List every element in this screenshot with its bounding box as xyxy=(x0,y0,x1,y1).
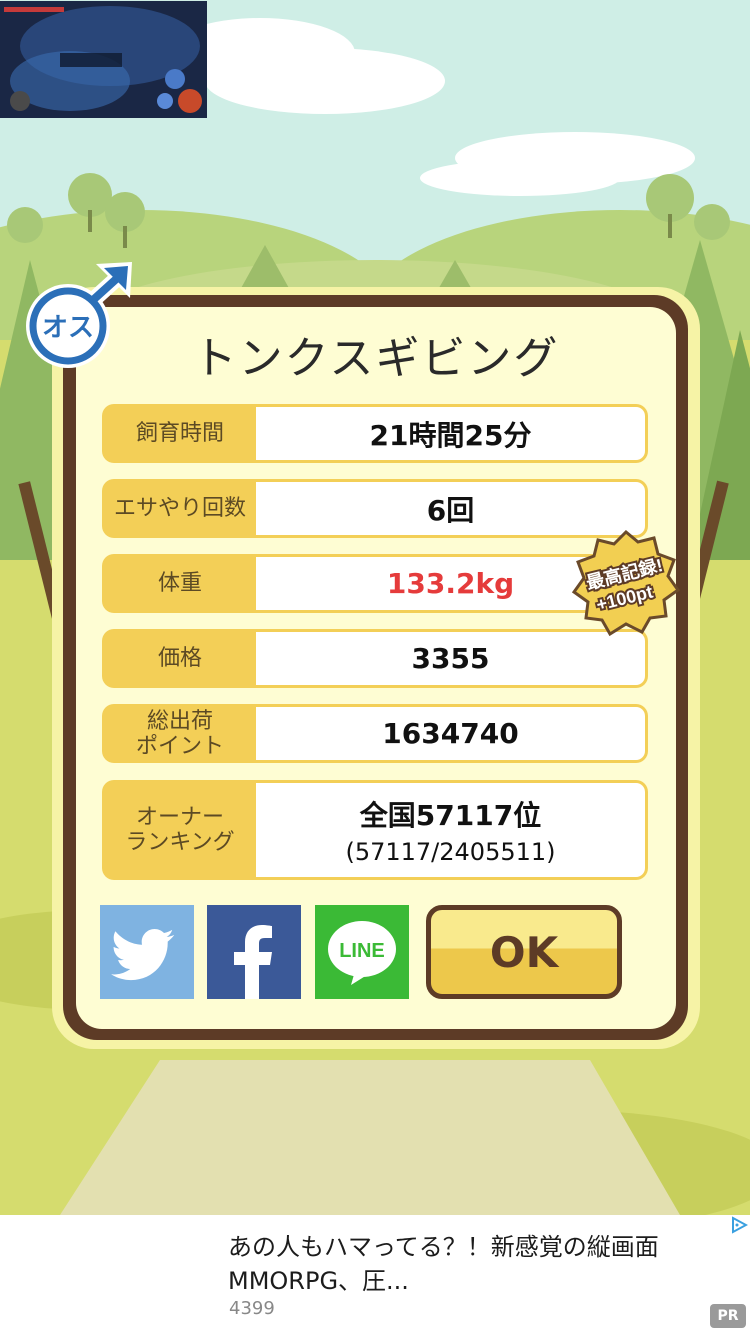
stat-row-feed-count: エサやり回数 6回 xyxy=(102,479,648,538)
stat-label: 総出荷 ポイント xyxy=(102,704,258,763)
gender-label: オス xyxy=(42,312,94,342)
male-symbol-icon: オス xyxy=(26,262,132,368)
game-screenshot-image xyxy=(0,1,207,118)
stat-row-total-points: 総出荷 ポイント 1634740 xyxy=(102,704,648,763)
male-gender-badge: オス xyxy=(24,258,136,370)
share-line-button[interactable]: LINE xyxy=(315,905,409,999)
stat-label: 飼育時間 xyxy=(102,404,258,463)
stat-label: エサやり回数 xyxy=(102,479,258,538)
record-badge: 最高記録! +100pt xyxy=(571,530,681,637)
pig-name-title: トンクスギビング xyxy=(192,333,560,384)
stat-label-text: 総出荷 ポイント xyxy=(135,708,224,759)
twitter-bird-icon xyxy=(111,929,175,981)
share-facebook-button[interactable] xyxy=(207,905,301,999)
stat-value-text: 3355 xyxy=(411,642,490,675)
stat-value: 1634740 xyxy=(256,704,648,763)
stat-row-rearing-time: 飼育時間 21時間25分 xyxy=(102,404,648,463)
stat-label: オーナー ランキング xyxy=(102,780,258,880)
line-icon: LINE xyxy=(328,921,396,985)
weight-value: 133.2kg xyxy=(386,567,515,600)
ad-source: 4399 xyxy=(229,1298,275,1319)
adchoices-icon[interactable] xyxy=(730,1216,748,1234)
ad-headline[interactable]: あの人もハマってる？！新感覚の縦画面MMORPG、圧... xyxy=(228,1230,718,1298)
stat-value: 全国57117位 (57117/2405511) xyxy=(256,780,648,880)
share-twitter-button[interactable] xyxy=(100,905,194,999)
ranking-value: 全国57117位 xyxy=(359,799,542,832)
ad-thumbnail-image[interactable] xyxy=(0,1,207,118)
stat-label: 体重 xyxy=(102,554,258,613)
ok-button[interactable]: OK xyxy=(426,905,622,999)
stat-value-text: 21時間25分 xyxy=(369,418,532,452)
ranking-detail: (57117/2405511) xyxy=(345,838,556,866)
line-label: LINE xyxy=(339,940,385,962)
stat-row-weight: 体重 133.2kg xyxy=(102,554,648,613)
facebook-f-icon xyxy=(234,925,272,999)
stat-label-text: オーナー ランキング xyxy=(125,805,235,855)
stat-value-text: 6回 xyxy=(426,493,475,527)
pr-badge: PR xyxy=(710,1304,746,1328)
stat-label: 価格 xyxy=(102,629,258,688)
stat-value-text: 1634740 xyxy=(382,717,519,750)
stat-row-price: 価格 3355 xyxy=(102,629,648,688)
stat-row-owner-ranking: オーナー ランキング 全国57117位 (57117/2405511) xyxy=(102,780,648,880)
stat-value: 21時間25分 xyxy=(256,404,648,463)
